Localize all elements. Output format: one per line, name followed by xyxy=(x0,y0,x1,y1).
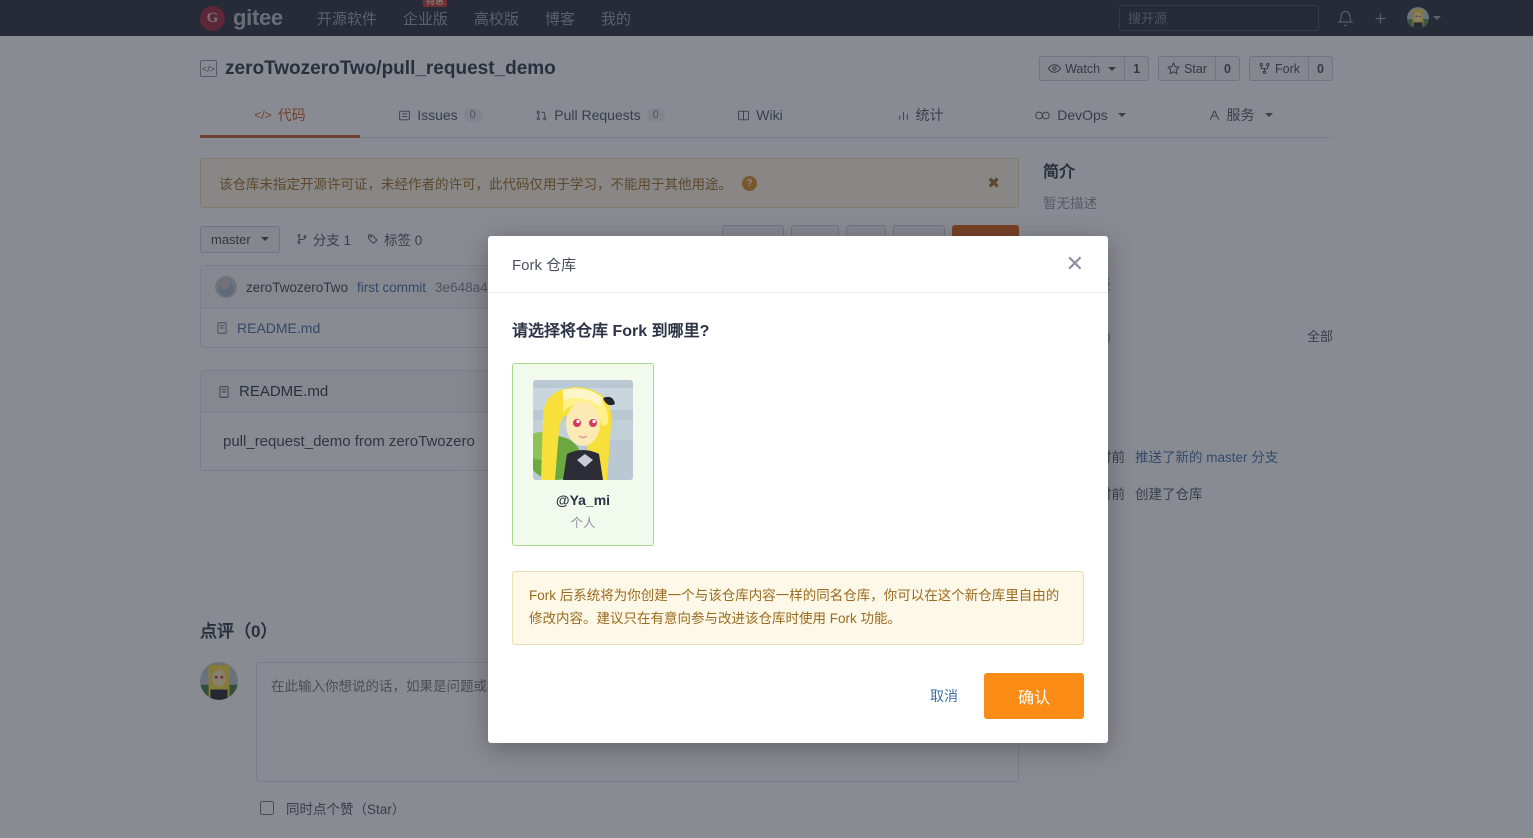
dialog-question: 请选择将仓库 Fork 到哪里? xyxy=(512,323,710,340)
owner-avatar xyxy=(533,380,633,480)
cancel-button[interactable]: 取消 xyxy=(924,685,964,707)
avatar-image xyxy=(533,380,633,480)
fork-target-owner-card[interactable]: @Ya_mi 个人 xyxy=(512,363,654,546)
owner-type: 个人 xyxy=(570,516,596,530)
confirm-button[interactable]: 确认 xyxy=(983,672,1084,719)
dialog-title: Fork 仓库 xyxy=(512,256,577,274)
fork-tip-box: Fork 后系统将为你创建一个与该仓库内容一样的同名仓库，你可以在这个新仓库里自… xyxy=(512,571,1084,645)
dialog-body: 请选择将仓库 Fork 到哪里? @Ya_mi 个人 Fork 后系统将为你创建… xyxy=(488,293,1108,651)
close-icon[interactable]: ✕ xyxy=(1066,253,1084,275)
dialog-header: Fork 仓库 ✕ xyxy=(488,236,1108,293)
dialog-footer: 取消 确认 xyxy=(488,651,1108,743)
fork-repository-dialog: Fork 仓库 ✕ 请选择将仓库 Fork 到哪里? @Ya_mi 个人 For… xyxy=(488,236,1108,743)
owner-name: @Ya_mi xyxy=(555,492,611,508)
